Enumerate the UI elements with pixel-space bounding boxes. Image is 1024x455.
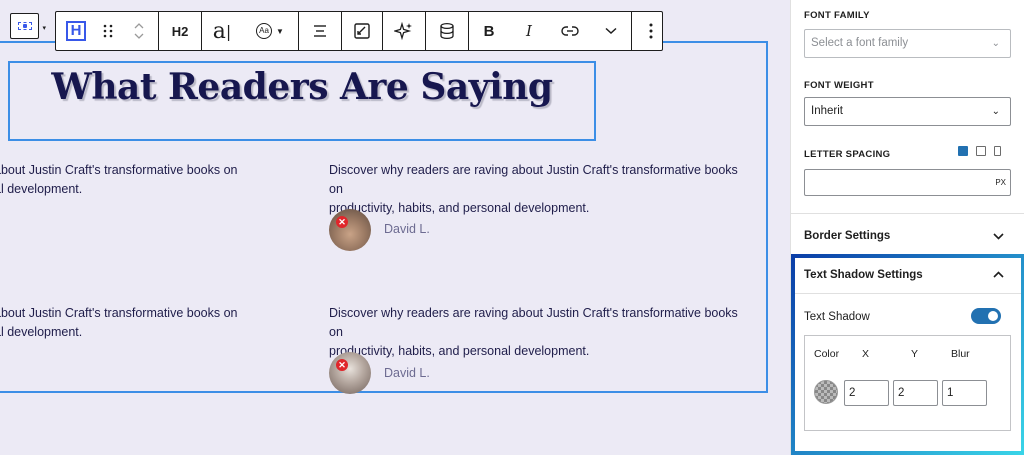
font-family-select[interactable]: Select a font family ⌄ — [804, 29, 1011, 58]
cursor-bar: | — [225, 21, 232, 41]
avatar-photo — [329, 209, 371, 251]
divider — [795, 293, 1021, 294]
block-icon — [18, 22, 32, 30]
shadow-color-swatch[interactable] — [814, 380, 838, 404]
review-line: al development. — [0, 182, 83, 196]
review-line: al development. — [0, 325, 83, 339]
italic-button[interactable]: I — [509, 12, 549, 50]
font-family-label: FONT FAMILY — [804, 10, 870, 21]
font-size-dropdown[interactable]: Aa ▼ — [242, 12, 298, 50]
toolbar-group-align — [299, 12, 342, 50]
typography-button[interactable]: a | — [202, 12, 242, 50]
drag-handle-icon — [103, 24, 113, 38]
drag-handle[interactable] — [96, 12, 120, 50]
review-text-right-2[interactable]: Discover why readers are raving about Ju… — [329, 304, 749, 361]
font-weight-label: FONT WEIGHT — [804, 80, 874, 91]
bold-button[interactable]: B — [469, 12, 509, 50]
x-column-label: X — [862, 348, 870, 360]
blur-column-label: Blur — [951, 348, 970, 360]
heading-icon: H — [66, 21, 86, 41]
avatar[interactable]: ✕ — [329, 209, 371, 251]
chevron-up-icon[interactable] — [993, 271, 1004, 278]
review-text-left-2[interactable]: about Justin Craft's transformative book… — [0, 304, 264, 342]
letter-spacing-input[interactable]: PX — [804, 169, 1011, 196]
review-text-left-1[interactable]: about Justin Craft's transformative book… — [0, 161, 264, 199]
review-line: about Justin Craft's transformative book… — [0, 306, 238, 320]
shadow-y-input[interactable]: 2 — [893, 380, 938, 406]
divider — [791, 213, 1024, 214]
edit-image-button[interactable] — [342, 12, 382, 50]
chevron-down-icon: ⌄ — [991, 106, 1000, 117]
text-shadow-toggle[interactable] — [971, 308, 1001, 324]
color-column-label: Color — [814, 348, 840, 360]
more-formats-button[interactable] — [591, 12, 631, 50]
author-name[interactable]: David L. — [384, 222, 430, 236]
chevron-down-icon — [605, 27, 617, 35]
heading-block-button[interactable]: H — [56, 12, 96, 50]
mobile-icon[interactable] — [994, 146, 1001, 156]
edit-image-icon — [354, 23, 370, 39]
font-size-icon: Aa — [256, 23, 273, 39]
align-button[interactable] — [299, 12, 341, 50]
border-settings-title[interactable]: Border Settings — [804, 230, 890, 242]
toolbar-group-level: H2 — [159, 12, 202, 50]
typography-icon: a — [212, 18, 226, 44]
author-name[interactable]: David L. — [384, 366, 430, 380]
font-family-placeholder: Select a font family — [811, 37, 909, 49]
chevron-down-icon: ⌄ — [991, 38, 1000, 49]
chevron-down-icon[interactable] — [993, 233, 1004, 240]
review-line: Discover why readers are raving about Ju… — [329, 163, 738, 196]
y-column-label: Y — [911, 348, 919, 360]
review-line: productivity, habits, and personal devel… — [329, 201, 590, 215]
caret-down-icon: ▾ — [42, 25, 46, 32]
letter-spacing-label: LETTER SPACING — [804, 149, 891, 160]
text-shadow-settings-title[interactable]: Text Shadow Settings — [804, 269, 923, 281]
block-toolbar: H H2 a | Aa ▼ B I — [55, 11, 663, 51]
toolbar-group-data — [426, 12, 469, 50]
tablet-icon[interactable] — [976, 146, 986, 156]
shadow-blur-input[interactable]: 1 — [942, 380, 987, 406]
sparkle-icon — [394, 21, 412, 41]
align-icon — [314, 25, 326, 37]
settings-sidebar: FONT FAMILY Select a font family ⌄ FONT … — [790, 0, 1024, 455]
avatar-photo — [329, 352, 371, 394]
remove-image-icon[interactable]: ✕ — [336, 359, 348, 371]
chevron-up-down-icon — [134, 23, 144, 39]
font-weight-select[interactable]: Inherit ⌄ — [804, 97, 1011, 126]
block-switcher-button[interactable]: ▾ — [10, 13, 46, 39]
toolbar-group-options — [632, 12, 670, 50]
toolbar-group-typography: a | Aa ▼ — [202, 12, 299, 50]
toolbar-group-format: B I — [469, 12, 632, 50]
font-weight-value: Inherit — [811, 105, 843, 117]
unit-label[interactable]: PX — [995, 178, 1006, 187]
options-button[interactable] — [632, 12, 670, 50]
shadow-x-input[interactable]: 2 — [844, 380, 889, 406]
remove-image-icon[interactable]: ✕ — [336, 216, 348, 228]
editor-canvas[interactable]: What Readers Are Saying about Justin Cra… — [0, 0, 790, 455]
device-switcher — [958, 146, 1001, 156]
link-button[interactable] — [549, 12, 591, 50]
review-line: productivity, habits, and personal devel… — [329, 344, 590, 358]
review-line: about Justin Craft's transformative book… — [0, 163, 238, 177]
heading-level-button[interactable]: H2 — [159, 12, 201, 50]
review-line: Discover why readers are raving about Ju… — [329, 306, 738, 339]
text-shadow-label: Text Shadow — [804, 311, 870, 323]
move-buttons[interactable] — [120, 12, 158, 50]
desktop-icon[interactable] — [958, 146, 968, 156]
toolbar-group-ai — [383, 12, 426, 50]
dynamic-data-button[interactable] — [426, 12, 468, 50]
database-icon — [440, 22, 454, 40]
toolbar-group-image — [342, 12, 383, 50]
review-text-right-1[interactable]: Discover why readers are raving about Ju… — [329, 161, 749, 218]
link-icon — [561, 26, 579, 36]
caret-down-icon: ▼ — [276, 26, 284, 36]
toolbar-group-block: H — [56, 12, 159, 50]
heading-text[interactable]: What Readers Are Saying — [8, 66, 596, 108]
ai-button[interactable] — [383, 12, 425, 50]
vertical-ellipsis-icon — [649, 23, 653, 39]
avatar[interactable]: ✕ — [329, 352, 371, 394]
